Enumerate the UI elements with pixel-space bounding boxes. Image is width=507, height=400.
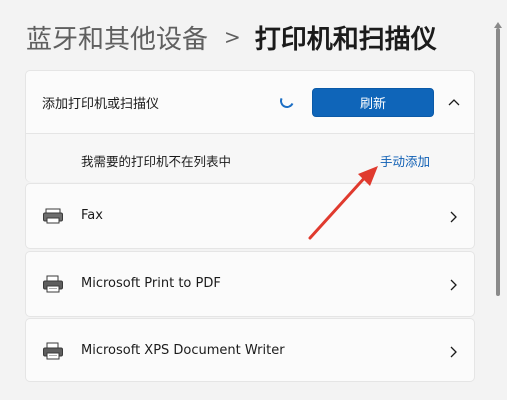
- printer-icon: [42, 274, 64, 294]
- add-printer-label: 添加打印机或扫描仪: [42, 97, 160, 112]
- printer-row-pdf[interactable]: Microsoft Print to PDF: [25, 251, 475, 317]
- scrollbar-thumb[interactable]: [496, 28, 500, 296]
- breadcrumb-separator-icon: >: [224, 25, 241, 49]
- fax-printer-icon: [42, 206, 64, 226]
- printer-name: Fax: [81, 208, 103, 223]
- collapse-chevron-icon[interactable]: [442, 88, 466, 116]
- scroll-up-icon[interactable]: [493, 15, 503, 28]
- chevron-right-icon: [446, 208, 460, 226]
- refresh-button[interactable]: 刷新: [312, 88, 434, 117]
- add-printer-card: 添加打印机或扫描仪 刷新 我需要的打印机不在列表中 手动添加: [25, 70, 475, 182]
- add-printer-header: 添加打印机或扫描仪 刷新: [26, 71, 474, 133]
- breadcrumb: 蓝牙和其他设备 > 打印机和扫描仪: [26, 17, 437, 57]
- missing-printer-row: 我需要的打印机不在列表中 手动添加: [26, 134, 474, 182]
- printer-name: Microsoft XPS Document Writer: [81, 343, 285, 358]
- missing-printer-label: 我需要的打印机不在列表中: [81, 154, 232, 169]
- printer-name: Microsoft Print to PDF: [81, 276, 221, 291]
- refresh-button-label: 刷新: [359, 97, 386, 112]
- chevron-right-icon: [446, 276, 460, 294]
- chevron-right-icon: [446, 343, 460, 361]
- breadcrumb-parent-link[interactable]: 蓝牙和其他设备: [26, 19, 208, 56]
- printer-row-fax[interactable]: Fax: [25, 183, 475, 249]
- scrollbar[interactable]: [490, 0, 507, 400]
- settings-window: 蓝牙和其他设备 > 打印机和扫描仪 添加打印机或扫描仪 刷新 我需要的打印机不在…: [0, 0, 507, 400]
- printer-row-xps[interactable]: Microsoft XPS Document Writer: [25, 318, 475, 382]
- printer-icon: [42, 341, 64, 361]
- page-title: 打印机和扫描仪: [254, 24, 437, 55]
- manual-add-link[interactable]: 手动添加: [380, 151, 430, 170]
